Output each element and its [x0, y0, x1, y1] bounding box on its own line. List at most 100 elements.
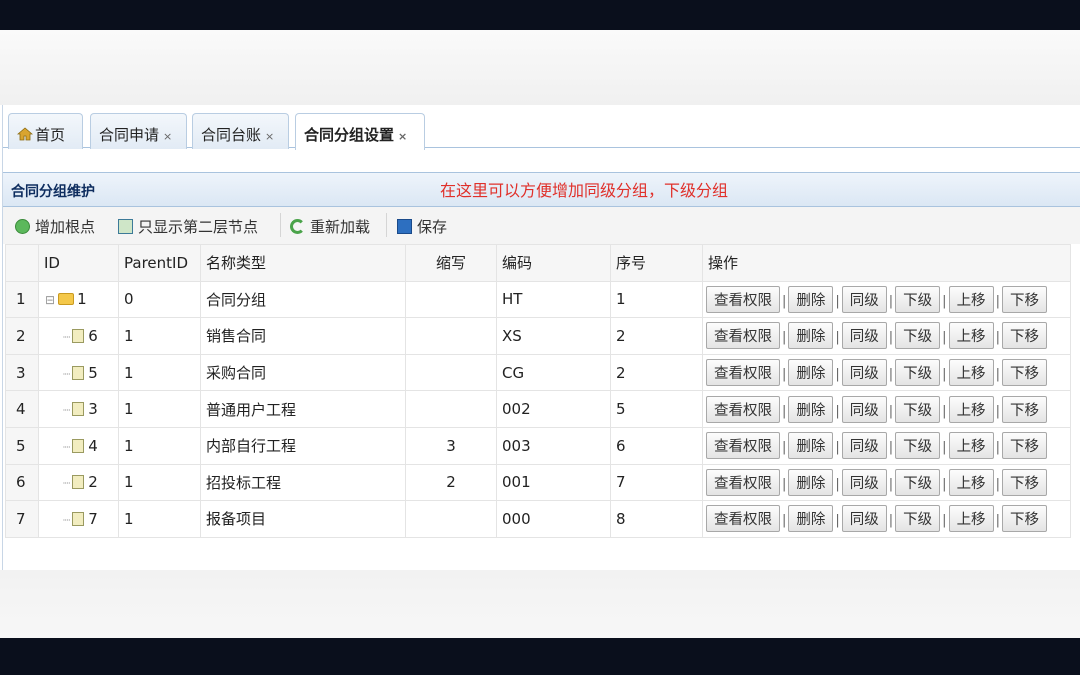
action-button[interactable]: 下级	[895, 505, 941, 533]
column-header[interactable]: ID	[38, 244, 119, 282]
action-button[interactable]: 下级	[895, 395, 941, 423]
column-header[interactable]: 缩写	[405, 244, 497, 282]
tab-contract-group-settings[interactable]: 合同分组设置 ×	[295, 113, 425, 150]
action-button[interactable]: 下移	[1001, 285, 1047, 313]
tab-bar: 首页 合同申请 × 合同台账 × 合同分组设置 ×	[3, 108, 1080, 150]
action-button[interactable]: 上移	[948, 432, 994, 460]
actions-cell: 查看权限 | 删除 | 同级 | 下级 | 上移 | 下移	[702, 500, 1071, 538]
show-second-level-button[interactable]: 只显示第二层节点	[118, 216, 258, 237]
table-row[interactable]: 5 ┈ 4 1 内部自行工程 3 003 6 查看权限 | 删除 | 同级 | 下级 | 上移 | 下…	[5, 426, 1071, 465]
action-button[interactable]: 删除	[788, 285, 834, 313]
separator: |	[782, 513, 787, 529]
code-cell: 001	[496, 463, 611, 502]
id-value: 1	[77, 290, 87, 309]
action-button[interactable]: 删除	[788, 468, 834, 496]
row-number: 4	[5, 390, 39, 428]
reload-button[interactable]: 重新加载	[290, 216, 370, 237]
action-button[interactable]: 查看权限	[706, 285, 780, 313]
column-header[interactable]: 名称类型	[200, 244, 406, 282]
group-tree-grid: ID ParentID 名称类型 缩写 编码 序号 操作 1 ⊟ 1 0 合同分组…	[5, 244, 1071, 538]
action-button[interactable]: 查看权限	[706, 468, 780, 496]
action-button[interactable]: 同级	[841, 395, 887, 423]
action-button[interactable]: 同级	[841, 432, 887, 460]
add-root-button[interactable]: 增加根点	[15, 216, 95, 237]
table-row[interactable]: 3 ┈ 5 1 采购合同 CG 2 查看权限 | 删除 | 同级 | 下级 | 上移 | 下移	[5, 353, 1071, 392]
action-button[interactable]: 删除	[788, 322, 834, 350]
name-cell: 合同分组	[200, 280, 406, 319]
table-row[interactable]: 6 ┈ 2 1 招投标工程 2 001 7 查看权限 | 删除 | 同级 | 下级 | 上移 | 下移	[5, 463, 1071, 502]
actions-cell: 查看权限 | 删除 | 同级 | 下级 | 上移 | 下移	[702, 390, 1071, 428]
table-row[interactable]: 1 ⊟ 1 0 合同分组 HT 1 查看权限 | 删除 | 同级 | 下级 | 上移 | 下移	[5, 280, 1071, 319]
column-header[interactable]: 编码	[496, 244, 611, 282]
table-row[interactable]: 4 ┈ 3 1 普通用户工程 002 5 查看权限 | 删除 | 同级 | 下级 | 上移 | 下移	[5, 390, 1071, 428]
action-button[interactable]: 查看权限	[706, 505, 780, 533]
action-button[interactable]: 删除	[788, 359, 834, 387]
action-button[interactable]: 下移	[1001, 468, 1047, 496]
name-cell: 采购合同	[200, 353, 406, 392]
action-button[interactable]: 同级	[841, 322, 887, 350]
action-button[interactable]: 查看权限	[706, 322, 780, 350]
code-cell: XS	[496, 317, 611, 355]
action-button[interactable]: 下级	[895, 285, 941, 313]
column-header[interactable]: 序号	[610, 244, 703, 282]
table-row[interactable]: 7 ┈ 7 1 报备项目 000 8 查看权限 | 删除 | 同级 | 下级 | 上移 | 下移	[5, 500, 1071, 538]
action-button[interactable]: 下级	[895, 468, 941, 496]
separator: |	[782, 403, 787, 419]
tab-home[interactable]: 首页	[8, 113, 83, 149]
code-cell: HT	[496, 280, 611, 319]
action-button[interactable]: 同级	[841, 505, 887, 533]
action-button[interactable]: 上移	[948, 359, 994, 387]
tab-contract-ledger[interactable]: 合同台账 ×	[192, 113, 289, 149]
table-row[interactable]: 2 ┈ 6 1 销售合同 XS 2 查看权限 | 删除 | 同级 | 下级 | 上移 | 下移	[5, 317, 1071, 355]
background	[0, 570, 1080, 638]
video-bottom-bar	[0, 638, 1080, 675]
action-button[interactable]: 下移	[1001, 432, 1047, 460]
separator: |	[888, 476, 894, 492]
action-button[interactable]: 删除	[788, 505, 834, 533]
close-icon[interactable]: ×	[398, 130, 407, 143]
action-button[interactable]: 下移	[1001, 395, 1047, 423]
action-button[interactable]: 上移	[948, 285, 994, 313]
tab-contract-apply[interactable]: 合同申请 ×	[90, 113, 187, 149]
action-button[interactable]: 下级	[895, 432, 941, 460]
code-cell: 003	[496, 426, 611, 465]
action-button[interactable]: 同级	[841, 285, 887, 313]
action-button[interactable]: 下移	[1001, 322, 1047, 350]
action-button[interactable]: 下级	[895, 359, 941, 387]
file-icon	[72, 511, 85, 526]
collapse-icon[interactable]: ⊟	[45, 293, 55, 307]
action-button[interactable]: 上移	[948, 395, 994, 423]
column-header[interactable]: 操作	[702, 244, 1071, 282]
action-button[interactable]: 查看权限	[706, 432, 780, 460]
action-button[interactable]: 上移	[948, 322, 994, 350]
action-button[interactable]: 删除	[788, 395, 834, 423]
separator: |	[782, 293, 787, 309]
panel-header: 合同分组维护 在这里可以方便增加同级分组，下级分组	[3, 172, 1080, 207]
code-cell: 000	[496, 500, 611, 538]
code-cell: CG	[496, 353, 611, 392]
name-cell: 销售合同	[200, 317, 406, 355]
action-button[interactable]: 上移	[948, 468, 994, 496]
action-button[interactable]: 删除	[788, 432, 834, 460]
separator: |	[835, 367, 840, 383]
save-button[interactable]: 保存	[397, 216, 447, 237]
action-button[interactable]: 同级	[841, 359, 887, 387]
separator: |	[835, 476, 840, 492]
action-button[interactable]: 上移	[948, 505, 994, 533]
id-cell: ⊟ 1	[38, 280, 119, 319]
close-icon[interactable]: ×	[265, 130, 274, 143]
separator: |	[782, 367, 787, 383]
action-button[interactable]: 下移	[1001, 505, 1047, 533]
action-button[interactable]: 同级	[841, 468, 887, 496]
separator: |	[782, 476, 787, 492]
separator: |	[888, 367, 894, 383]
action-button[interactable]: 下级	[895, 322, 941, 350]
close-icon[interactable]: ×	[163, 130, 172, 143]
parent-id-cell: 1	[118, 500, 201, 538]
action-button[interactable]: 查看权限	[706, 395, 780, 423]
filter-icon	[118, 219, 133, 234]
name-cell: 报备项目	[200, 500, 406, 538]
action-button[interactable]: 下移	[1001, 359, 1047, 387]
column-header[interactable]: ParentID	[118, 244, 201, 282]
action-button[interactable]: 查看权限	[706, 359, 780, 387]
